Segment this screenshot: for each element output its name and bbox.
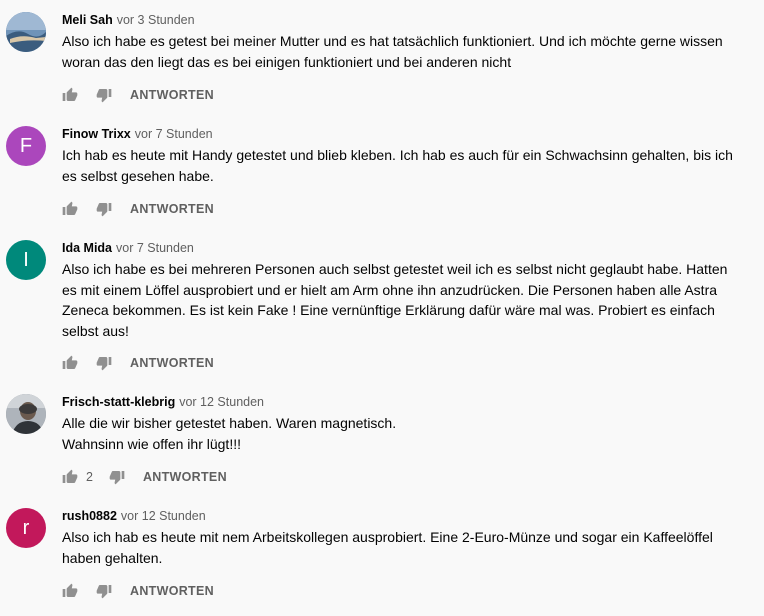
comment-text: Also ich habe es getest bei meiner Mutte… <box>62 31 756 72</box>
author-name[interactable]: Finow Trixx <box>62 127 131 141</box>
avatar[interactable]: I <box>6 240 46 280</box>
thumbs-up-icon <box>62 355 78 369</box>
author-name[interactable]: rush0882 <box>62 509 117 523</box>
thumbs-down-icon <box>96 357 112 371</box>
author-name[interactable]: Ida Mida <box>62 241 112 255</box>
comment-actions: ANTWORTEN <box>62 579 214 603</box>
comment-text-line: woran das den liegt das es bei einigen f… <box>62 53 512 70</box>
like-button[interactable] <box>58 197 82 221</box>
comment-header: rush0882 vor 12 Stunden <box>62 508 756 524</box>
thumbs-up-icon <box>62 201 78 215</box>
comment-text-line: haben gehalten. <box>62 549 163 566</box>
author-name[interactable]: Meli Sah <box>62 13 113 27</box>
thumbs-up-icon <box>62 583 78 597</box>
comment-body: Frisch-statt-klebrig vor 12 Stunden Alle … <box>62 394 756 454</box>
comment-text-line: selbst aus! <box>62 322 129 339</box>
avatar[interactable] <box>6 12 46 52</box>
author-name[interactable]: Frisch-statt-klebrig <box>62 395 175 409</box>
thumbs-down-icon <box>109 471 125 485</box>
like-button[interactable] <box>58 351 82 375</box>
comment-header: Meli Sah vor 3 Stunden <box>62 12 756 28</box>
comment-text: Also ich habe es bei mehreren Personen a… <box>62 259 756 341</box>
like-button[interactable] <box>58 83 82 107</box>
avatar-letter: r <box>22 517 30 539</box>
avatar-letter: I <box>23 249 29 271</box>
comment-actions: ANTWORTEN <box>62 197 214 221</box>
comment-text: Alle die wir bisher getestet haben. Ware… <box>62 413 756 454</box>
comment-time[interactable]: vor 12 Stunden <box>121 509 206 523</box>
comment-text: Ich hab es heute mit Handy getestet und … <box>62 145 756 186</box>
dislike-button[interactable] <box>92 197 116 221</box>
like-count: 2 <box>86 470 93 484</box>
avatar-letter: F <box>19 135 33 157</box>
comment-text-line: Also ich habe es bei mehreren Personen a… <box>62 261 728 277</box>
thumbs-down-icon <box>96 585 112 599</box>
comment-text-line: Also ich hab es heute mit nem Arbeitskol… <box>62 529 713 545</box>
dislike-button[interactable] <box>105 465 129 489</box>
comment-body: rush0882 vor 12 Stunden Also ich hab es h… <box>62 508 756 568</box>
comment-time[interactable]: vor 7 Stunden <box>116 241 194 255</box>
comment-text-line: Ich hab es heute mit Handy getestet und … <box>62 147 733 163</box>
avatar[interactable] <box>6 394 46 434</box>
reply-button[interactable]: ANTWORTEN <box>130 356 214 370</box>
like-button[interactable] <box>58 465 82 489</box>
comment-body: Meli Sah vor 3 Stunden Also ich habe es g… <box>62 12 756 72</box>
thumbs-up-icon <box>62 87 78 101</box>
comment-text-line: es selbst gesehen habe. <box>62 167 214 184</box>
thumbs-down-icon <box>96 203 112 217</box>
comment-time[interactable]: vor 7 Stunden <box>135 127 213 141</box>
comment-actions: ANTWORTEN <box>62 83 214 107</box>
avatar[interactable]: F <box>6 126 46 166</box>
comment-text-line: Wahnsinn wie offen ihr lügt!!! <box>62 435 241 452</box>
like-button[interactable] <box>58 579 82 603</box>
dislike-button[interactable] <box>92 579 116 603</box>
thumbs-down-icon <box>96 89 112 103</box>
comment-text-line: Also ich habe es getest bei meiner Mutte… <box>62 33 723 49</box>
avatar-photo-icon <box>6 394 46 434</box>
comment-actions: 2 ANTWORTEN <box>62 465 227 489</box>
comment-time[interactable]: vor 12 Stunden <box>179 395 264 409</box>
comment-header: Finow Trixx vor 7 Stunden <box>62 126 756 142</box>
thumbs-up-icon <box>62 469 78 483</box>
comment-header: Frisch-statt-klebrig vor 12 Stunden <box>62 394 756 410</box>
comment-text-line: Zeneca bekommen. Es ist kein Fake ! Eine… <box>62 302 715 318</box>
comment-text-line: Alle die wir bisher getestet haben. Ware… <box>62 415 397 431</box>
comment-header: Ida Mida vor 7 Stunden <box>62 240 756 256</box>
comment-text-line: es mit einem Löffel ausprobiert und er h… <box>62 281 718 298</box>
comment-body: Finow Trixx vor 7 Stunden Ich hab es heut… <box>62 126 756 186</box>
reply-button[interactable]: ANTWORTEN <box>130 584 214 598</box>
comment-text: Also ich hab es heute mit nem Arbeitskol… <box>62 527 756 568</box>
reply-button[interactable]: ANTWORTEN <box>143 470 227 484</box>
dislike-button[interactable] <box>92 351 116 375</box>
avatar[interactable]: r <box>6 508 46 548</box>
comment-body: Ida Mida vor 7 Stunden Also ich habe es b… <box>62 240 756 341</box>
comment-actions: ANTWORTEN <box>62 351 214 375</box>
avatar-photo-icon <box>6 12 46 52</box>
reply-button[interactable]: ANTWORTEN <box>130 202 214 216</box>
comment-time[interactable]: vor 3 Stunden <box>117 13 195 27</box>
reply-button[interactable]: ANTWORTEN <box>130 88 214 102</box>
dislike-button[interactable] <box>92 83 116 107</box>
